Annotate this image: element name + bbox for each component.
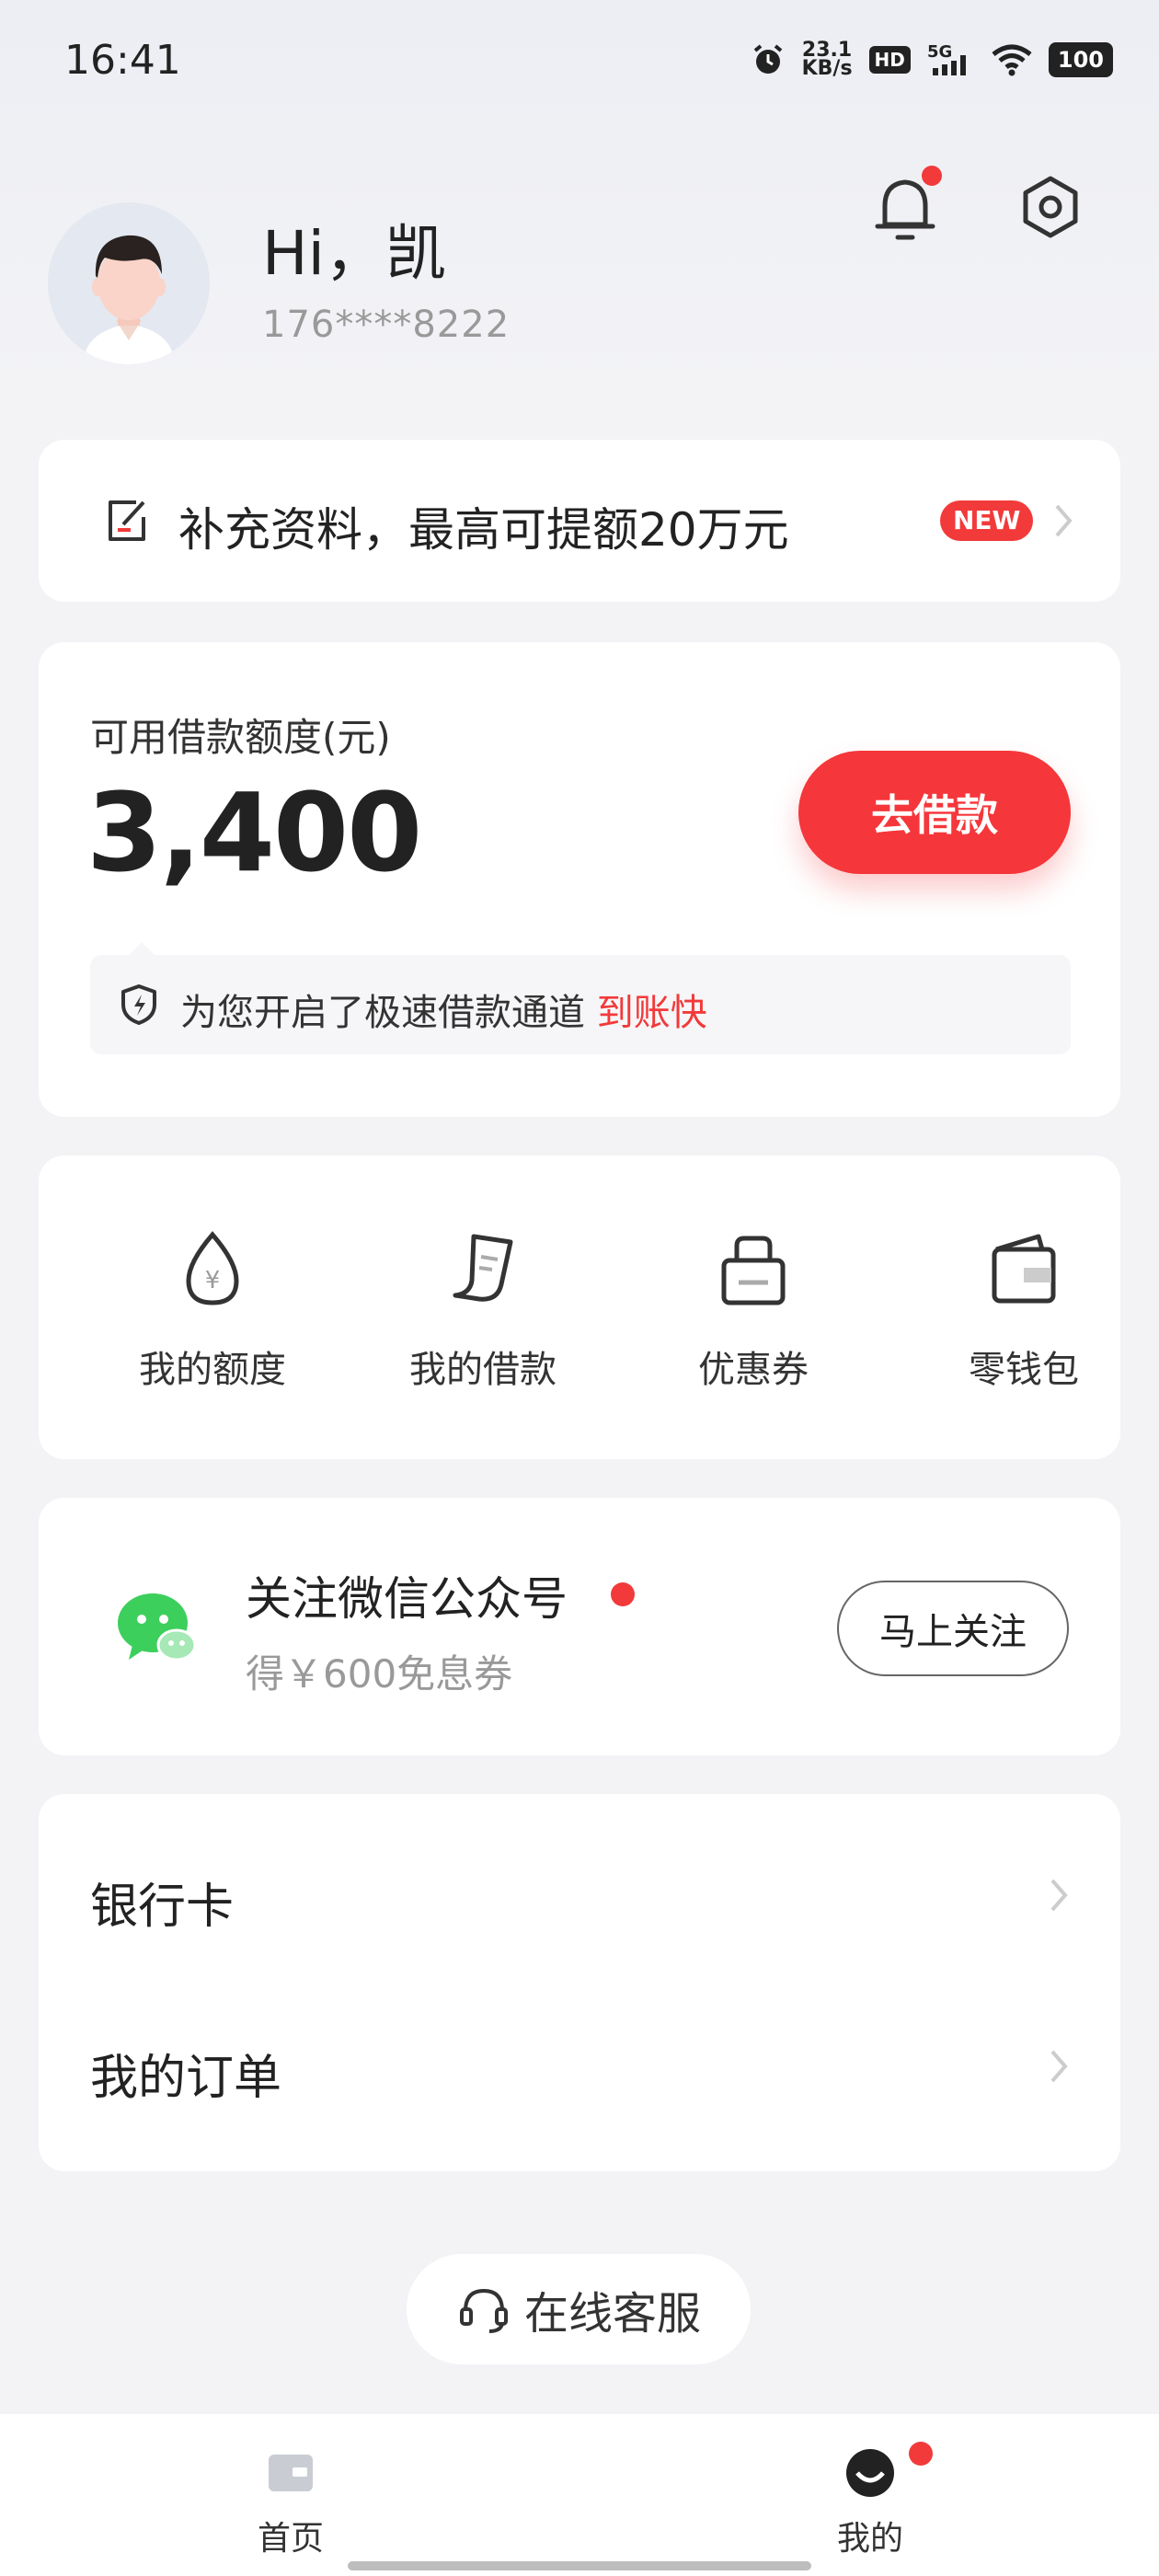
svg-text:¥: ¥	[205, 1267, 221, 1294]
network-speed: 23.1 KB/s	[801, 40, 853, 80]
loan-card: 可用借款额度(元) 3,400 去借款 为您开启了极速借款通道 到账快	[39, 642, 1120, 1117]
bottom-nav: 首页 我的	[0, 2414, 1159, 2576]
headset-icon	[459, 2288, 508, 2333]
menu-item-label: 银行卡	[90, 1880, 235, 1935]
menu-item-label: 我的订单	[90, 2051, 282, 2106]
nav-item-home[interactable]: 首页	[199, 2447, 383, 2558]
shield-bolt-icon	[121, 984, 156, 1025]
greeting: Hi，凯	[262, 218, 446, 289]
quick-action-wallet[interactable]: 零钱包	[889, 1229, 1159, 1413]
online-service-label: 在线客服	[523, 2288, 701, 2340]
speed-unit: KB/s	[801, 57, 853, 80]
chevron-right-icon	[1050, 1879, 1068, 1912]
nav-unread-dot	[909, 2442, 933, 2466]
signal-5g-icon: 5G	[927, 42, 966, 75]
supplement-info-banner[interactable]: 补充资料，最高可提额20万元 NEW	[39, 440, 1120, 602]
profile-icon	[846, 2449, 894, 2497]
credit-label: 可用借款额度(元)	[90, 715, 391, 760]
screen: 16:41 23.1 KB/s HD 5G 100 Hi，凯 176****82…	[0, 0, 1159, 2576]
credit-amount: 3,400	[86, 769, 422, 896]
notification-dot	[922, 166, 942, 186]
settings-button[interactable]	[1016, 173, 1084, 241]
avatar-illustration	[48, 202, 210, 364]
chevron-right-icon	[1050, 2050, 1068, 2083]
quick-action-label: 我的借款	[409, 1349, 557, 1391]
notification-button[interactable]	[874, 166, 942, 248]
edit-document-icon	[109, 500, 145, 541]
quick-actions: ¥ 我的额度 我的借款 优惠券 零钱包	[39, 1156, 1120, 1459]
fast-channel-message: 为您开启了极速借款通道	[180, 992, 585, 1034]
banner-text: 补充资料，最高可提额20万元	[178, 503, 789, 557]
wechat-unread-dot	[611, 1582, 635, 1606]
quick-action-my-quota[interactable]: ¥ 我的额度	[77, 1229, 348, 1413]
coupon-bag-icon	[721, 1236, 786, 1305]
quick-action-my-loans[interactable]: 我的借款	[348, 1229, 618, 1413]
wallet-icon	[992, 1234, 1056, 1304]
menu-item-my-orders[interactable]: 我的订单	[39, 1984, 1120, 2155]
home-indicator[interactable]	[348, 2561, 811, 2570]
battery-icon: 100	[1048, 42, 1113, 77]
menu-list: 银行卡 我的订单	[39, 1794, 1120, 2171]
online-service-button[interactable]: 在线客服	[407, 2254, 751, 2364]
gear-icon	[1023, 176, 1078, 238]
network-label: 5G	[927, 42, 952, 62]
fast-channel-tip: 为您开启了极速借款通道 到账快	[90, 942, 1071, 1054]
status-bar: 16:41 23.1 KB/s HD 5G 100	[0, 0, 1159, 120]
status-icons: 23.1 KB/s HD 5G 100	[751, 37, 1113, 83]
wechat-follow-card: 关注微信公众号 得￥600免息券 马上关注	[39, 1498, 1120, 1755]
home-wallet-icon	[269, 2455, 313, 2491]
quick-action-label: 优惠券	[698, 1349, 809, 1391]
wechat-title: 关注微信公众号	[246, 1572, 568, 1626]
quota-drop-icon: ¥	[186, 1231, 239, 1305]
status-time: 16:41	[64, 37, 181, 84]
new-badge: NEW	[940, 500, 1034, 541]
loan-receipt-icon	[453, 1234, 513, 1302]
hd-icon: HD	[868, 46, 911, 74]
nav-label: 我的	[836, 2520, 903, 2558]
wechat-icon	[118, 1593, 197, 1662]
borrow-button[interactable]: 去借款	[798, 751, 1071, 874]
phone-number: 176****8222	[262, 304, 511, 346]
fast-channel-highlight: 到账快	[596, 992, 707, 1034]
follow-button[interactable]: 马上关注	[837, 1581, 1069, 1676]
avatar[interactable]	[48, 202, 210, 364]
chevron-right-icon	[1055, 504, 1073, 537]
menu-item-bank-card[interactable]: 银行卡	[39, 1812, 1120, 1984]
nav-item-mine[interactable]: 我的	[778, 2442, 962, 2558]
fast-channel-text: 为您开启了极速借款通道 到账快	[180, 983, 707, 1036]
quick-action-label: 我的额度	[139, 1349, 286, 1391]
quick-action-label: 零钱包	[969, 1349, 1079, 1391]
nav-label: 首页	[257, 2520, 324, 2558]
wifi-icon	[992, 44, 1032, 76]
quick-action-coupons[interactable]: 优惠券	[618, 1229, 889, 1413]
wechat-subtitle: 得￥600免息券	[246, 1651, 513, 1696]
alarm-icon	[753, 44, 782, 74]
